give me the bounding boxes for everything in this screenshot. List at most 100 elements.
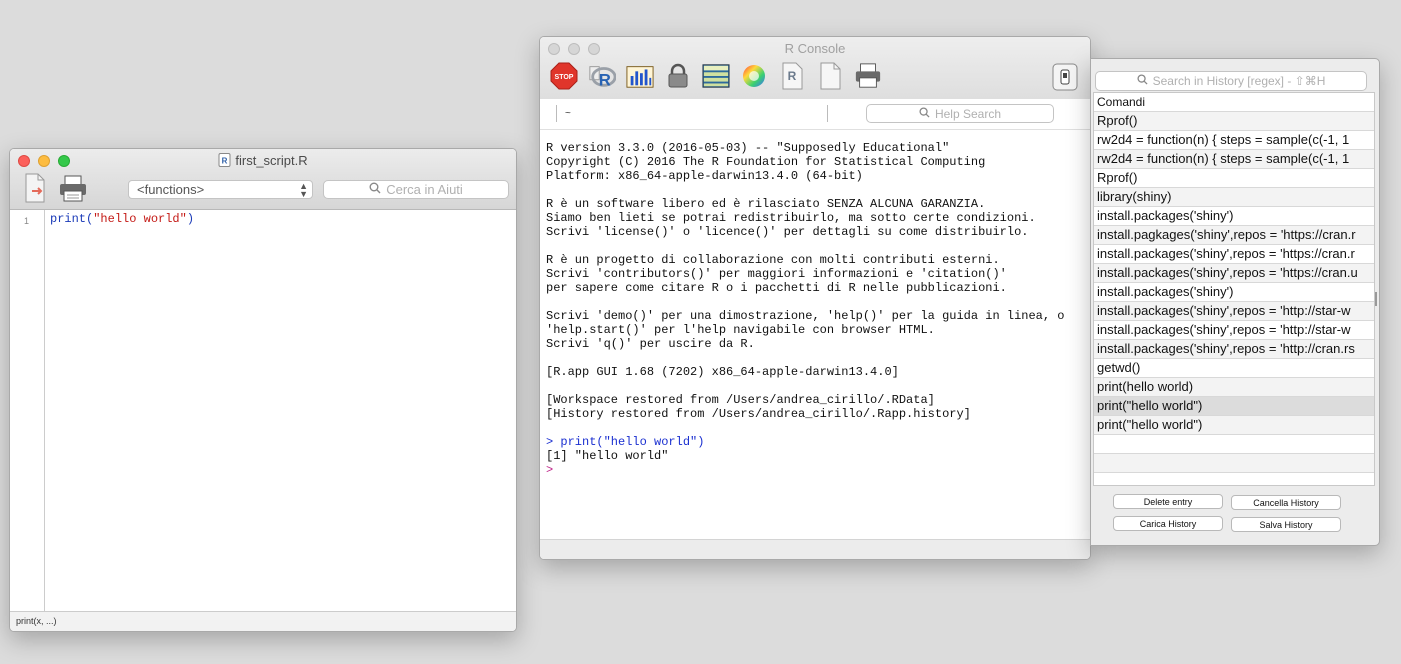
help-search-input[interactable]: Cerca in Aiuti <box>323 180 509 199</box>
r-document-icon[interactable]: R <box>778 62 806 90</box>
console-output-lines: R version 3.3.0 (2016-05-03) -- "Suppose… <box>546 141 1064 435</box>
working-directory-field[interactable]: ~ <box>556 105 828 122</box>
help-search-placeholder: Cerca in Aiuti <box>386 182 463 197</box>
chevron-updown-icon: ▲ ▼ <box>299 180 308 199</box>
code-function: print( <box>50 212 94 226</box>
console-command-line: > print("hello world") <box>546 435 705 449</box>
console-output-line: Scrivi 'q()' per uscire da R. <box>546 337 755 351</box>
blank-document-icon[interactable] <box>816 62 844 90</box>
console-prompt[interactable]: > <box>546 463 1064 477</box>
functions-dropdown[interactable]: <functions> ▲ ▼ <box>128 180 313 199</box>
lock-icon[interactable] <box>664 62 692 90</box>
history-entry[interactable]: getwd() <box>1094 359 1374 378</box>
history-entry[interactable]: install.packages('shiny') <box>1094 207 1374 226</box>
help-search-input[interactable]: Help Search <box>866 104 1054 123</box>
console-output-line: Scrivi 'license()' o 'licence()' per det… <box>546 225 1029 239</box>
history-entry[interactable]: rw2d4 = function(n) { steps = sample(c(-… <box>1094 131 1374 150</box>
history-entry[interactable]: print("hello world") <box>1094 397 1374 416</box>
svg-text:STOP: STOP <box>555 74 574 81</box>
load-history-button[interactable]: Carica History <box>1113 516 1223 531</box>
svg-text:R: R <box>222 157 228 166</box>
code-string: "hello world" <box>93 212 187 226</box>
console-output-line: [R.app GUI 1.68 (7202) x86_64-apple-darw… <box>546 365 899 379</box>
search-icon <box>919 106 930 121</box>
console-output-line: 'help.start()' per l'help navigabile con… <box>546 323 935 337</box>
r-file-icon: R <box>218 153 231 170</box>
line-number-gutter: 1 <box>10 210 45 612</box>
history-entry[interactable] <box>1094 454 1374 473</box>
clear-history-button[interactable]: Cancella History <box>1231 495 1341 510</box>
line-number: 1 <box>24 216 30 226</box>
console-toolbar: STOP R R <box>550 62 882 90</box>
history-entry[interactable] <box>1094 435 1374 454</box>
function-hint-status: print(x, ...) <box>10 611 516 631</box>
history-entry[interactable]: install.packages('shiny',repos = 'http:/… <box>1094 321 1374 340</box>
script-titlebar: R first_script.R <functions> ▲ ▼ Cerca in… <box>10 149 516 210</box>
print-icon[interactable] <box>58 175 88 206</box>
grid-icon[interactable] <box>702 62 730 90</box>
history-drawer: Search in History [regex] - ⇧⌘H Comandi … <box>1090 58 1380 546</box>
search-icon <box>1137 74 1148 88</box>
code-paren: ) <box>186 212 195 226</box>
console-output-line: Siamo ben lieti se potrai redistribuirlo… <box>546 211 1036 225</box>
script-title-row: R first_script.R <box>10 153 516 170</box>
console-output-line: Scrivi 'demo()' per una dimostrazione, '… <box>546 309 1065 323</box>
script-editor-window: R first_script.R <functions> ▲ ▼ Cerca in… <box>9 148 517 632</box>
history-entry[interactable]: install.packages('shiny',repos = 'https:… <box>1094 264 1374 283</box>
history-entry[interactable]: install.pagkages('shiny',repos = 'https:… <box>1094 226 1374 245</box>
history-search-placeholder: Search in History [regex] - ⇧⌘H <box>1152 74 1326 88</box>
code-line[interactable]: print("hello world") <box>50 212 194 226</box>
color-wheel-icon[interactable] <box>740 62 768 90</box>
history-entry[interactable]: rw2d4 = function(n) { steps = sample(c(-… <box>1094 150 1374 169</box>
toggle-drawer-icon[interactable] <box>1052 63 1078 94</box>
save-history-button[interactable]: Salva History <box>1231 517 1341 532</box>
history-entry[interactable]: print("hello world") <box>1094 416 1374 435</box>
history-entry[interactable]: library(shiny) <box>1094 188 1374 207</box>
console-output-line: [Workspace restored from /Users/andrea_c… <box>546 393 935 407</box>
console-output-line: Copyright (C) 2016 The R Foundation for … <box>546 155 986 169</box>
console-output-line: R version 3.3.0 (2016-05-03) -- "Suppose… <box>546 141 950 155</box>
r-console-window: R Console STOP R R ~ Help Search R versi… <box>539 36 1091 560</box>
delete-entry-button[interactable]: Delete entry <box>1113 494 1223 509</box>
console-bottom-bar <box>540 539 1090 559</box>
history-entry[interactable]: Rprof() <box>1094 169 1374 188</box>
console-output-line: [History restored from /Users/andrea_cir… <box>546 407 971 421</box>
source-script-icon[interactable] <box>24 173 46 206</box>
console-output[interactable]: R version 3.3.0 (2016-05-03) -- "Suppose… <box>546 141 1064 477</box>
console-output-line: Platform: x86_64-apple-darwin13.4.0 (64-… <box>546 169 863 183</box>
history-column-header[interactable]: Comandi <box>1094 93 1374 112</box>
history-entry[interactable]: install.packages('shiny',repos = 'http:/… <box>1094 340 1374 359</box>
console-title: R Console <box>784 41 846 56</box>
console-output-line: R è un software libero ed è rilasciato S… <box>546 197 986 211</box>
console-output-line: R è un progetto di collaborazione con mo… <box>546 253 1000 267</box>
history-entry[interactable]: install.packages('shiny',repos = 'http:/… <box>1094 302 1374 321</box>
history-search-input[interactable]: Search in History [regex] - ⇧⌘H <box>1095 71 1367 91</box>
console-output-line: per sapere come citare R o i pacchetti d… <box>546 281 1007 295</box>
history-entry[interactable]: install.packages('shiny',repos = 'https:… <box>1094 245 1374 264</box>
script-title: first_script.R <box>235 153 308 168</box>
path-row: ~ Help Search <box>540 99 1090 130</box>
functions-dropdown-value: <functions> <box>137 182 205 197</box>
drawer-resize-handle[interactable] <box>1375 292 1377 306</box>
history-entry[interactable]: Rprof() <box>1094 112 1374 131</box>
svg-text:R: R <box>788 69 797 83</box>
help-search-placeholder: Help Search <box>934 106 1002 121</box>
chart-icon[interactable] <box>626 62 654 90</box>
r-source-icon[interactable]: R <box>588 62 616 90</box>
search-icon <box>369 182 381 197</box>
history-entry[interactable]: print(hello world) <box>1094 378 1374 397</box>
console-output-line: Scrivi 'contributors()' per maggiori inf… <box>546 267 1007 281</box>
print-icon[interactable] <box>854 62 882 90</box>
history-entry[interactable]: install.packages('shiny') <box>1094 283 1374 302</box>
console-titlebar: R Console STOP R R <box>540 37 1090 100</box>
console-result-line: [1] "hello world" <box>546 449 669 463</box>
history-list[interactable]: Comandi Rprof() rw2d4 = function(n) { ste… <box>1093 92 1375 486</box>
stop-icon[interactable]: STOP <box>550 62 578 90</box>
svg-text:R: R <box>599 70 611 89</box>
